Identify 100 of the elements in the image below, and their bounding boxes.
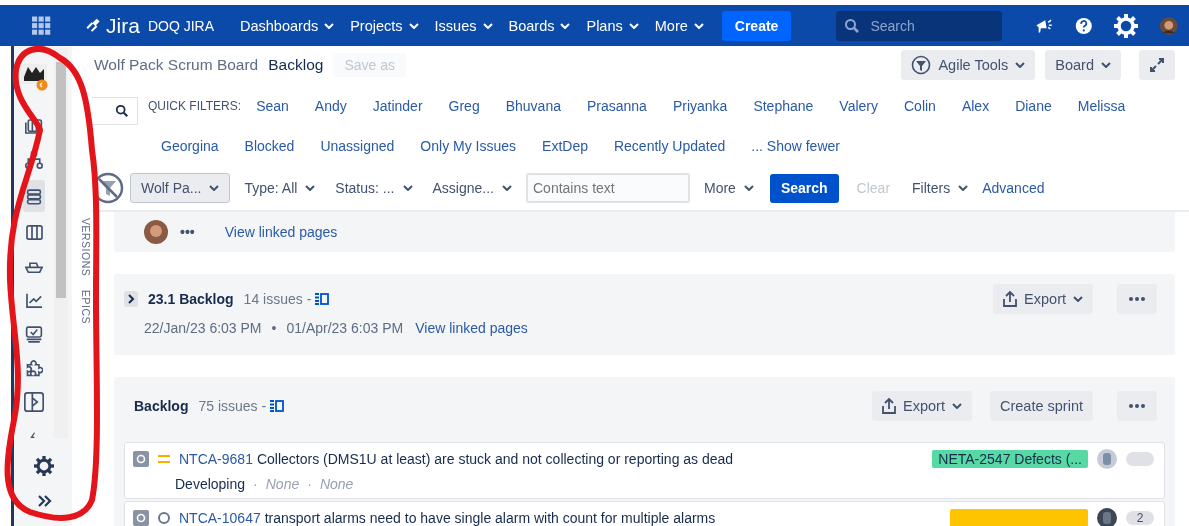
more-filters-dropdown[interactable]: More — [694, 173, 764, 203]
issue-count: 75 issues - — [198, 398, 267, 414]
view-linked-pages-link[interactable]: View linked pages — [224, 224, 338, 240]
quick-filter-link[interactable]: Only My Issues — [407, 135, 530, 157]
quick-filter-link[interactable]: Recently Updated — [600, 135, 739, 157]
sidebar-item[interactable] — [23, 180, 45, 212]
split-panel-icon — [24, 392, 44, 412]
fullscreen-button[interactable] — [1139, 50, 1175, 80]
create-button[interactable]: Create — [721, 10, 792, 41]
nav-menu[interactable]: Dashboards — [234, 10, 341, 41]
side-tab[interactable]: EPICS — [74, 290, 92, 325]
board-title[interactable]: Wolf Pack Scrum Board — [94, 56, 259, 74]
chevron-down-icon — [408, 22, 419, 29]
scrollbar[interactable] — [54, 48, 68, 438]
issue-row[interactable]: NTCA-10647 transport alarms need to have single alarm with count for multiple alarms 2 — [124, 501, 1165, 526]
product-name[interactable]: Jira — [106, 13, 140, 38]
quick-filter-link[interactable]: Colin — [891, 95, 949, 117]
filters-dropdown[interactable]: Filters — [902, 173, 979, 203]
more-icon — [1129, 297, 1145, 301]
search-button[interactable]: Search — [769, 173, 839, 203]
board-button[interactable]: Board — [1045, 50, 1121, 80]
puzzle-icon — [25, 359, 43, 377]
quick-filter-link[interactable]: Blocked — [231, 135, 308, 157]
quick-filter-link[interactable]: Georgina — [148, 135, 232, 157]
chevron-down-icon — [743, 185, 754, 191]
nav-menu[interactable]: Plans — [580, 10, 645, 41]
quick-filter-link[interactable]: Jatinder — [359, 95, 436, 117]
quick-filter-link[interactable]: Stephane — [740, 95, 827, 117]
quick-filter-link[interactable]: Priyanka — [659, 95, 741, 117]
filter-dropdown[interactable]: Assigne... — [422, 173, 522, 203]
quick-filter-link[interactable]: Andy — [301, 95, 360, 117]
chevron-down-icon — [402, 185, 413, 191]
chevron-down-icon — [628, 22, 639, 29]
project-avatar-icon — [20, 61, 48, 91]
text-filter-field[interactable]: Contains text — [526, 173, 690, 203]
side-tab[interactable]: VERSIONS — [74, 218, 92, 277]
assignee-avatar — [1096, 506, 1118, 526]
search-icon — [844, 17, 861, 34]
chevron-down-icon — [952, 403, 962, 409]
quick-filter-link[interactable]: Bhuvana — [492, 95, 574, 117]
list-view-icon[interactable] — [315, 293, 330, 305]
search-field[interactable]: Search — [836, 10, 1003, 41]
show-fewer-link[interactable]: ... Show fewer — [738, 135, 853, 157]
quick-filter-link[interactable]: ExtDep — [529, 135, 601, 157]
expand-sidebar-icon[interactable] — [38, 495, 52, 507]
chevron-down-icon — [1101, 62, 1111, 68]
quick-filter-link[interactable]: Valery — [826, 95, 891, 117]
export-button[interactable]: Export — [872, 391, 972, 421]
list-view-icon[interactable] — [270, 400, 285, 412]
issue-key-link[interactable]: NTCA-9681 — [179, 451, 253, 467]
quick-filter-link[interactable]: Melissa — [1064, 95, 1139, 117]
sprint-date: 01/Apr/23 6:03 PM — [286, 320, 404, 336]
quick-search-button[interactable] — [92, 97, 138, 125]
chevron-down-icon — [482, 22, 493, 29]
issue-type-icon — [133, 510, 149, 526]
sprint-date: 22/Jan/23 6:03 PM — [144, 320, 262, 336]
issue-count: 14 issues - — [243, 291, 312, 307]
chevron-down-icon — [560, 22, 571, 29]
quick-filter-link[interactable]: Unassigned — [307, 135, 408, 157]
issue-type-icon — [133, 451, 149, 467]
agile-tools-button[interactable]: Agile Tools — [901, 50, 1036, 80]
medium-priority-icon — [157, 454, 171, 464]
chevron-down-icon — [1015, 62, 1026, 68]
advanced-link[interactable]: Advanced — [982, 180, 1045, 196]
sprint-date: • — [271, 320, 277, 336]
settings-icon[interactable] — [34, 456, 54, 476]
view-linked-pages-link[interactable]: View linked pages — [415, 320, 528, 336]
filter-dropdown[interactable]: Type: All — [234, 173, 326, 203]
quick-filter-link[interactable]: Greg — [435, 95, 493, 117]
backlog-icon — [26, 187, 42, 205]
issue-row[interactable]: NTCA-9681 Collectors (DMS1U at least) are stuck and not collecting or reporting as dead NETA-2547 Defects (... Developing · None · None — [124, 442, 1165, 499]
funnel-icon — [911, 55, 932, 75]
export-button[interactable]: Export — [993, 284, 1093, 314]
filter-dropdown[interactable]: Status: ... — [325, 173, 423, 203]
more-actions-button[interactable] — [1117, 284, 1157, 314]
create-sprint-button[interactable]: Create sprint — [990, 391, 1093, 421]
nav-menu[interactable]: Issues — [428, 10, 499, 41]
quick-filter-link[interactable]: Alex — [948, 95, 1003, 117]
settings-icon[interactable] — [1114, 13, 1139, 38]
expand-button[interactable] — [124, 291, 138, 307]
filter-dropdown[interactable]: Wolf Pa... — [130, 173, 231, 203]
nav-menu[interactable]: More — [648, 10, 710, 41]
quick-filter-link[interactable]: Prasanna — [573, 95, 660, 117]
user-avatar — [144, 220, 168, 244]
checklist-monitor-icon — [25, 325, 43, 343]
estimate-badge — [1126, 452, 1154, 466]
issue-status: Developing — [175, 476, 246, 492]
nav-menu[interactable]: Projects — [344, 10, 425, 41]
nav-menu[interactable]: Boards — [502, 10, 577, 41]
more-menu[interactable]: ••• — [180, 224, 195, 240]
issue-key-link[interactable]: NTCA-10647 — [179, 510, 261, 526]
view-title: Backlog — [268, 56, 324, 74]
quick-filter-link[interactable]: Diane — [1002, 95, 1065, 117]
upload-icon — [882, 398, 897, 414]
upload-icon — [1003, 291, 1018, 307]
quick-filter-link[interactable]: Sean — [243, 95, 302, 117]
search-input[interactable]: Search — [868, 16, 1003, 35]
site-name[interactable]: DOQ JIRA — [147, 17, 214, 34]
more-actions-button[interactable] — [1117, 391, 1157, 421]
epic-label[interactable]: NETA-2547 Defects (... — [932, 450, 1088, 468]
